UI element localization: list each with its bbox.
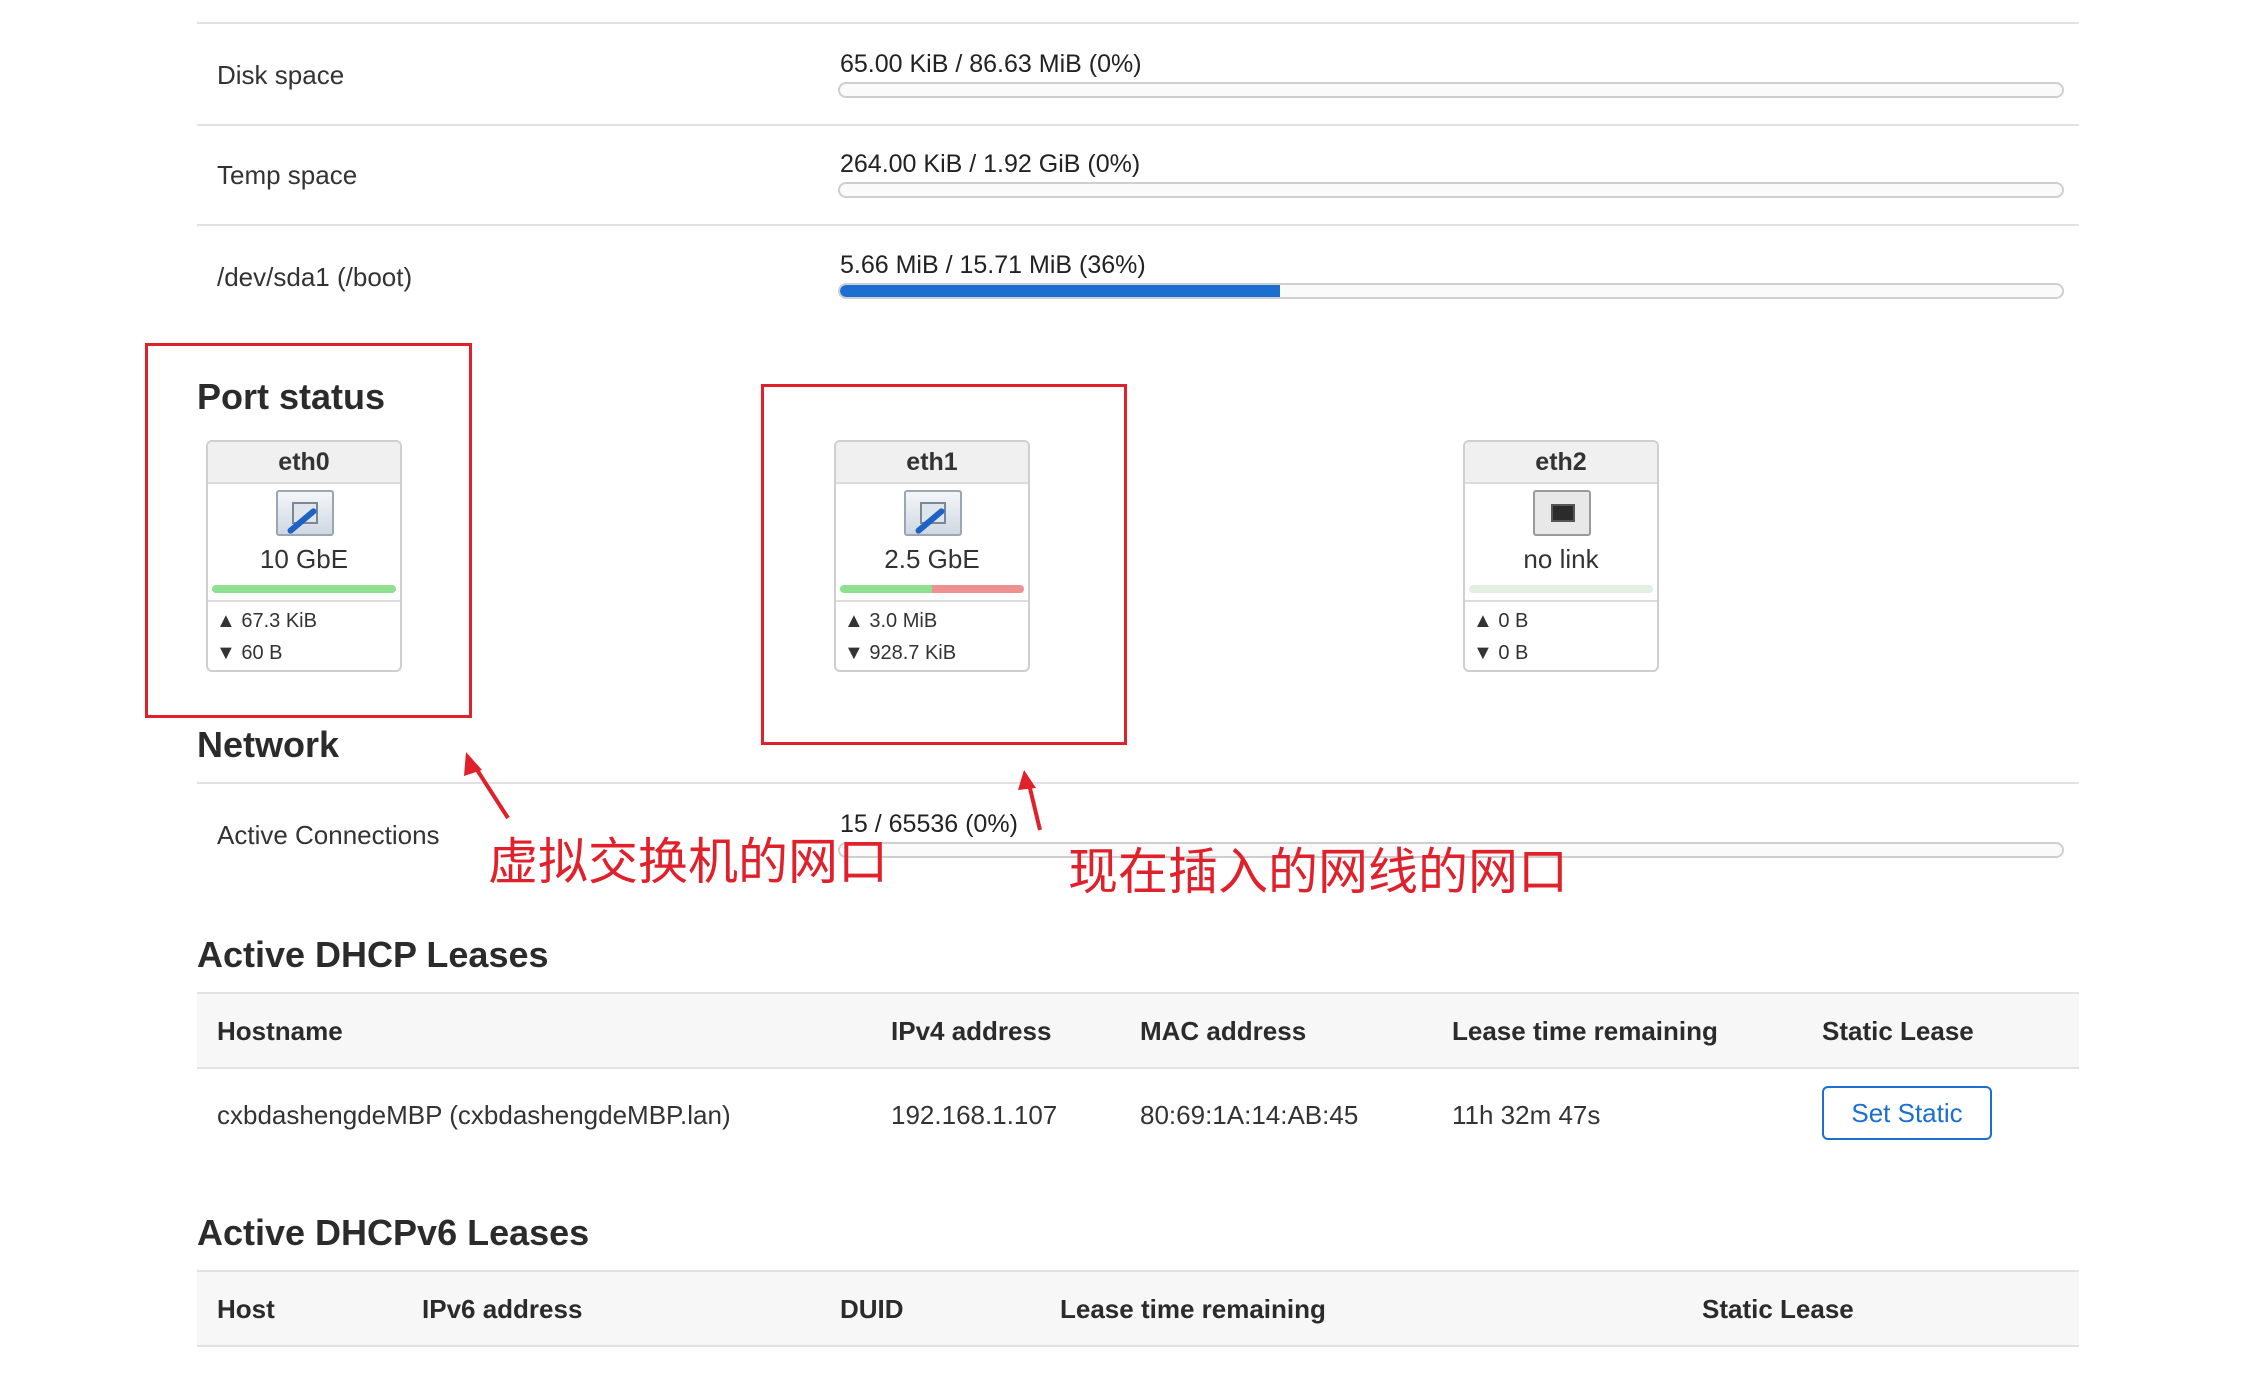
dhcpv6-leases-title: Active DHCPv6 Leases (197, 1212, 590, 1253)
dhcp-row-mac: 80:69:1A:14:AB:45 (1140, 1100, 1359, 1130)
dhcpv6-col-host: Host (217, 1294, 275, 1324)
dhcpv6-col-lease-time: Lease time remaining (1060, 1294, 1326, 1324)
dhcp-col-static-lease: Static Lease (1822, 1016, 1974, 1046)
dhcp-row-ipv4: 192.168.1.107 (891, 1100, 1058, 1130)
dhcpv6-col-static-lease: Static Lease (1702, 1294, 1854, 1324)
annotation-label-virtual-switch: 虚拟交换机的网口 (488, 833, 888, 891)
set-static-button[interactable]: Set Static (1822, 1086, 1992, 1140)
dhcpv6-col-duid: DUID (840, 1294, 904, 1324)
dhcpv6-col-ipv6: IPv6 address (422, 1294, 583, 1324)
dhcp-leases-title: Active DHCP Leases (197, 934, 549, 975)
annotation-label-plugged-port: 现在插入的网线的网口 (1068, 843, 1568, 901)
dhcp-table-header (197, 992, 2079, 1069)
dhcp-row-hostname: cxbdashengdeMBP (cxbdashengdeMBP.lan) (217, 1100, 731, 1130)
dhcp-col-lease-time: Lease time remaining (1452, 1016, 1718, 1046)
dhcp-col-hostname: Hostname (217, 1016, 343, 1046)
arrow-head-icon (1018, 770, 1036, 790)
annotation-arrows (464, 752, 1042, 831)
dhcp-col-ipv4: IPv4 address (891, 1016, 1052, 1046)
dhcp-row-lease-time: 11h 32m 47s (1452, 1100, 1601, 1130)
dhcp-col-mac: MAC address (1140, 1016, 1307, 1046)
